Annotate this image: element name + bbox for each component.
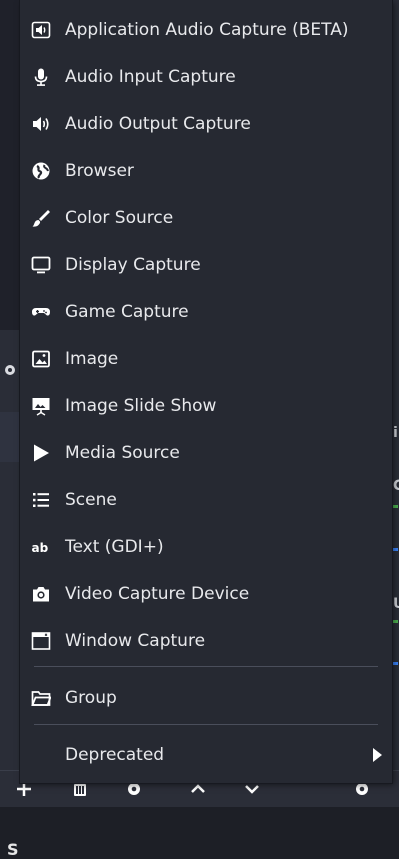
menu-item-game-capture[interactable]: Game Capture — [20, 288, 392, 335]
right-dock-letter: U — [393, 596, 399, 612]
menu-item-label: Color Source — [65, 207, 174, 228]
menu-separator — [34, 666, 378, 667]
menu-item-deprecated[interactable]: Deprecated — [20, 731, 392, 778]
menu-item-browser[interactable]: Browser — [20, 147, 392, 194]
audio-meter-green — [393, 620, 398, 623]
play-icon — [30, 442, 52, 464]
audio-meter-blue — [393, 548, 398, 551]
menu-item-application-audio-capture[interactable]: Application Audio Capture (BETA) — [20, 6, 392, 53]
text-ab-icon: ab — [30, 536, 52, 558]
menu-item-label: Window Capture — [65, 630, 206, 651]
menu-separator — [34, 724, 378, 725]
menu-item-audio-output-capture[interactable]: Audio Output Capture — [20, 100, 392, 147]
list-icon — [30, 489, 52, 511]
gamepad-icon — [30, 301, 52, 323]
paint-brush-icon — [30, 207, 52, 229]
camera-icon — [30, 583, 52, 605]
menu-item-image[interactable]: Image — [20, 335, 392, 382]
gear-icon[interactable] — [2, 362, 18, 378]
scenes-tab[interactable]: S — [0, 412, 22, 859]
menu-item-scene[interactable]: Scene — [20, 476, 392, 523]
menu-item-group[interactable]: Group — [20, 674, 392, 721]
menu-item-display-capture[interactable]: Display Capture — [20, 241, 392, 288]
speaker-volume-icon — [30, 113, 52, 135]
slideshow-icon — [30, 395, 52, 417]
menu-item-label: Text (GDI+) — [65, 536, 164, 557]
chevron-right-icon — [373, 747, 382, 762]
left-dock — [0, 330, 22, 780]
menu-item-label: Scene — [65, 489, 117, 510]
menu-item-label: Group — [65, 687, 117, 708]
menu-item-image-slide-show[interactable]: Image Slide Show — [20, 382, 392, 429]
scenes-tab-letter: S — [7, 840, 19, 859]
menu-item-label: Audio Input Capture — [65, 66, 236, 87]
menu-item-label: Browser — [65, 160, 134, 181]
window-icon — [30, 630, 52, 652]
menu-item-label: Image — [65, 348, 119, 369]
menu-item-media-source[interactable]: Media Source — [20, 429, 392, 476]
speaker-box-icon — [30, 19, 52, 41]
svg-text:ab: ab — [32, 541, 49, 555]
add-source-menu: Application Audio Capture (BETA) Audio I… — [20, 0, 392, 783]
menu-item-color-source[interactable]: Color Source — [20, 194, 392, 241]
menu-item-label: Media Source — [65, 442, 180, 463]
folder-icon — [30, 687, 52, 709]
menu-item-audio-input-capture[interactable]: Audio Input Capture — [20, 53, 392, 100]
microphone-icon — [30, 66, 52, 88]
menu-item-label: Application Audio Capture (BETA) — [65, 19, 349, 40]
menu-item-video-capture-device[interactable]: Video Capture Device — [20, 570, 392, 617]
globe-icon — [30, 160, 52, 182]
menu-item-label: Deprecated — [65, 744, 165, 765]
menu-item-text-gdi[interactable]: ab Text (GDI+) — [20, 523, 392, 570]
audio-meter-green — [393, 505, 398, 508]
right-dock-letter: i — [393, 425, 398, 441]
right-dock-letter: C — [393, 478, 399, 494]
menu-item-label: Game Capture — [65, 301, 189, 322]
menu-item-label: Display Capture — [65, 254, 201, 275]
menu-item-label: Video Capture Device — [65, 583, 250, 604]
monitor-icon — [30, 254, 52, 276]
right-dock — [392, 0, 399, 806]
image-icon — [30, 348, 52, 370]
audio-meter-blue — [393, 662, 398, 665]
menu-item-window-capture[interactable]: Window Capture — [20, 617, 392, 664]
menu-item-label: Audio Output Capture — [65, 113, 251, 134]
menu-item-label: Image Slide Show — [65, 395, 217, 416]
